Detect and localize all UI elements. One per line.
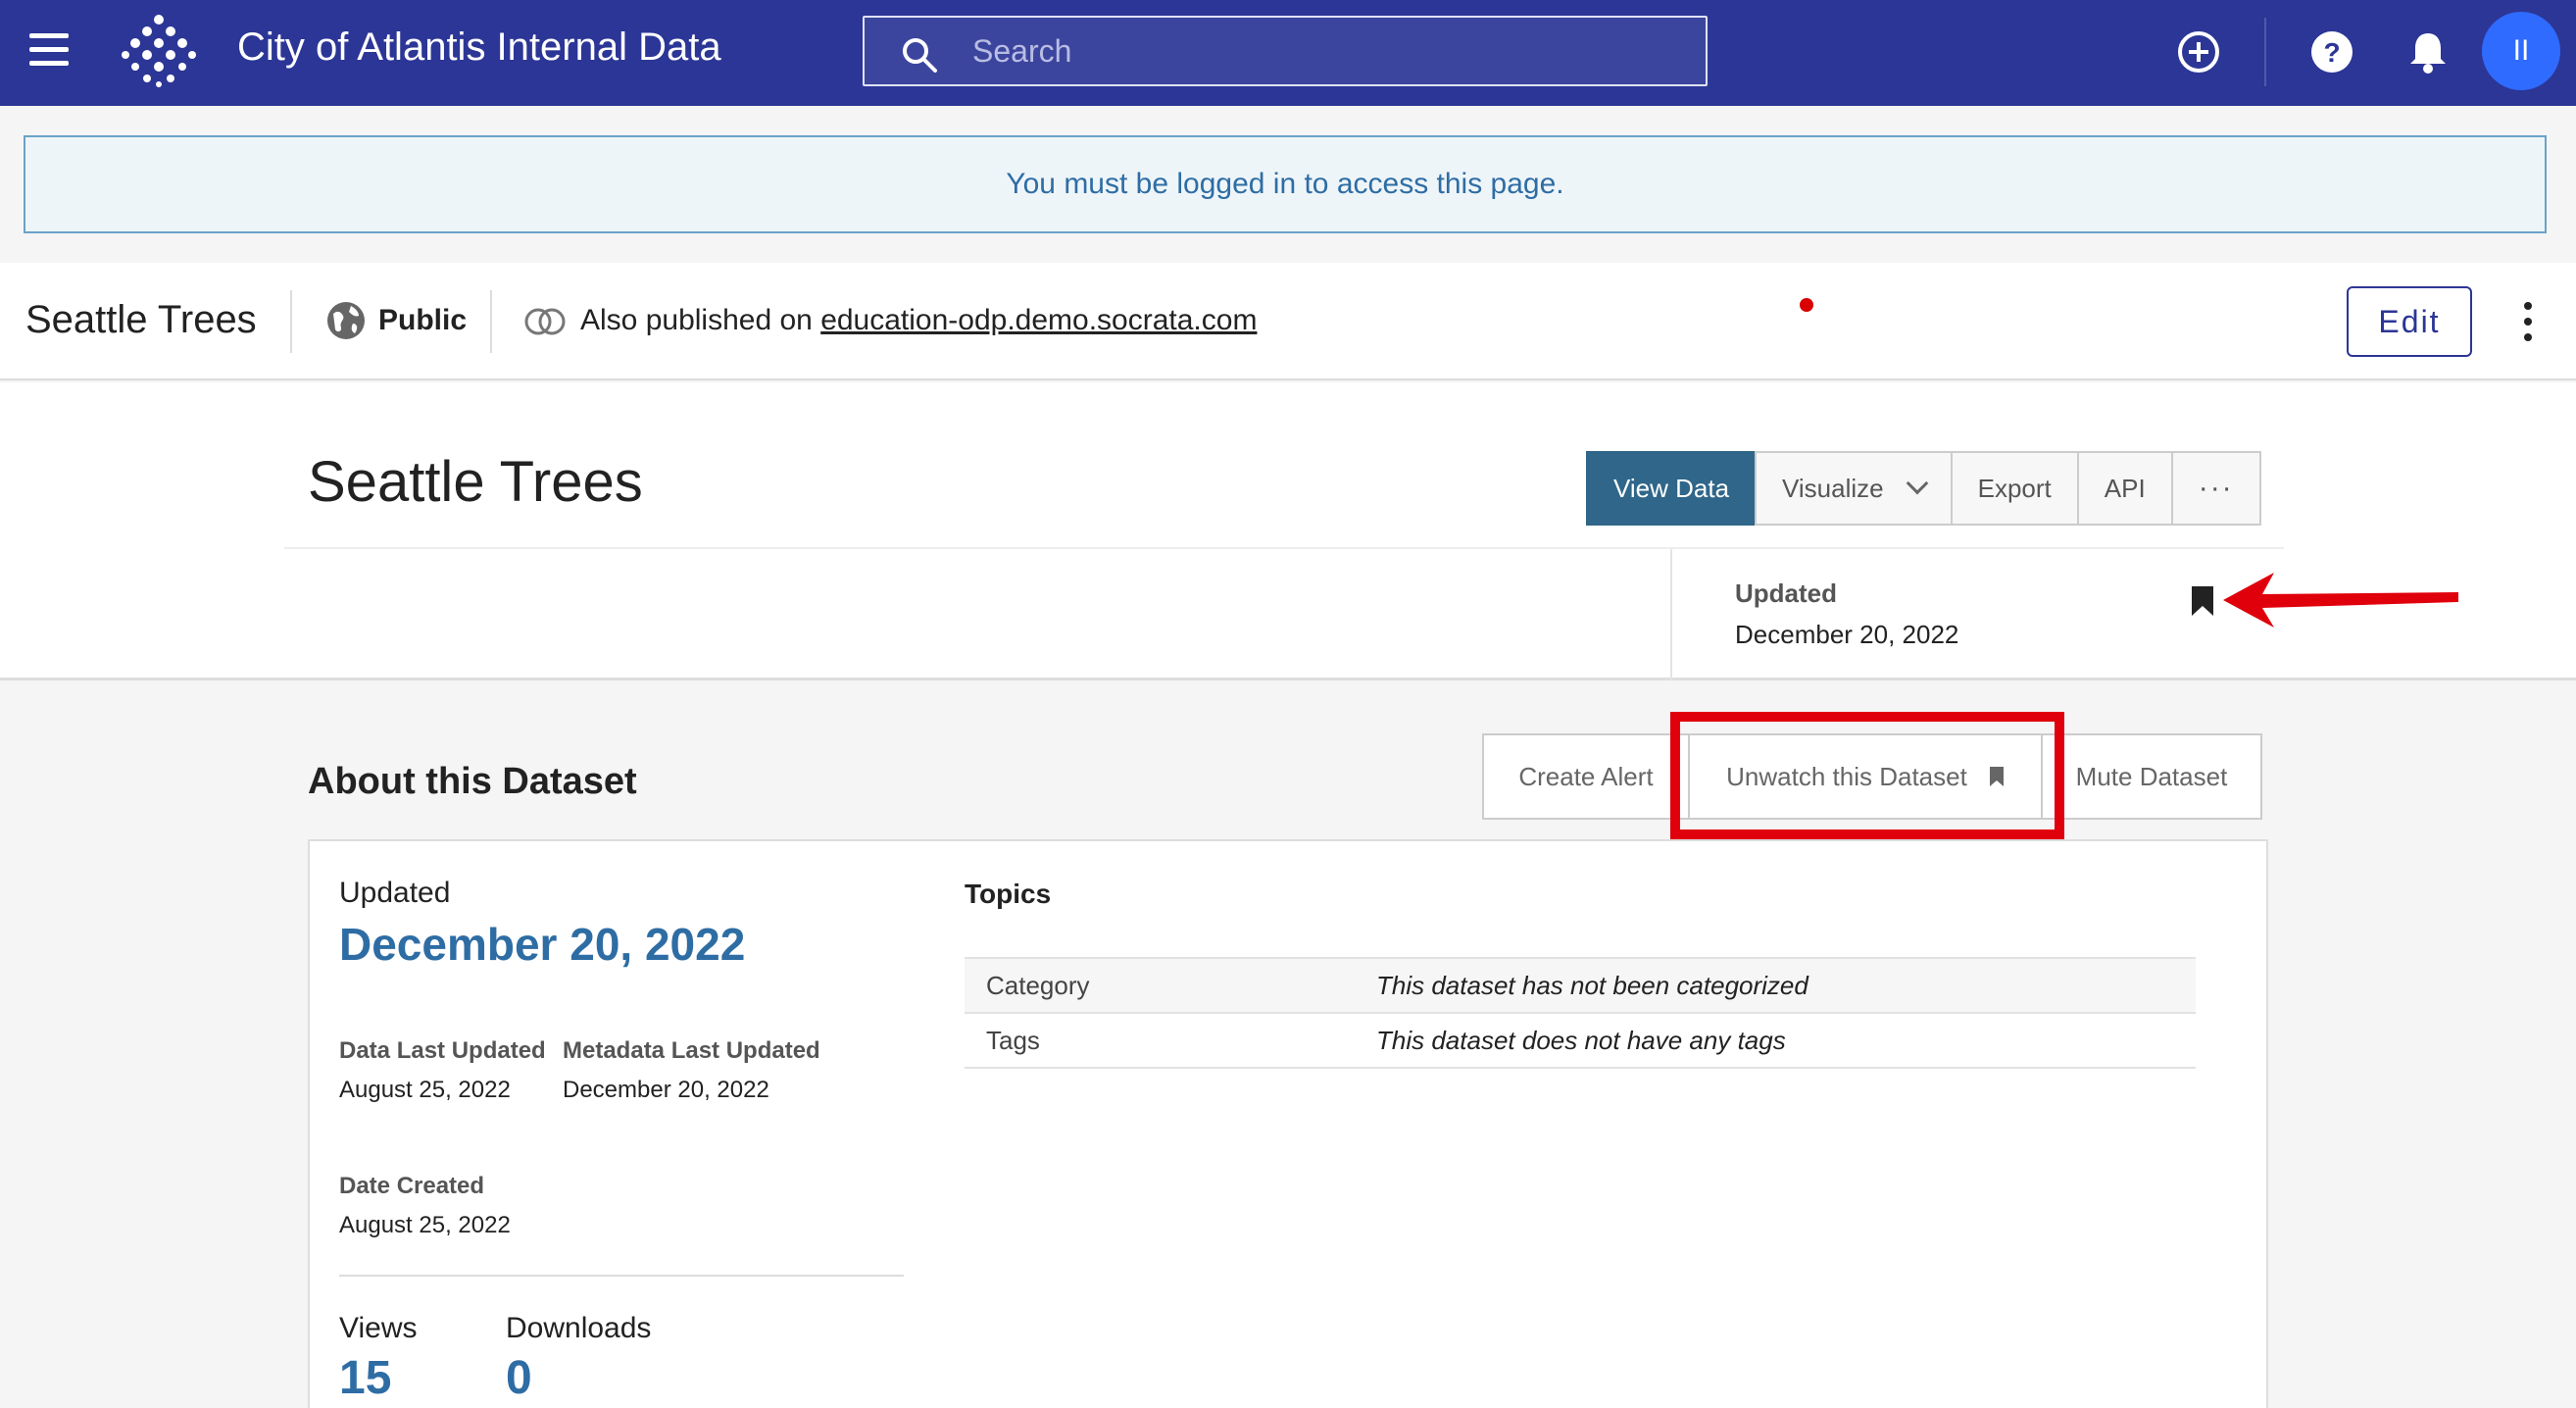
data-last-updated-value: August 25, 2022 <box>339 1077 511 1103</box>
chevron-down-icon <box>1906 472 1928 495</box>
menu-icon[interactable] <box>29 33 69 69</box>
edit-button[interactable]: Edit <box>2347 286 2472 357</box>
topic-value: This dataset does not have any tags <box>1376 1025 1786 1055</box>
topic-label: Tags <box>986 1025 1040 1055</box>
topics-table: Category This dataset has not been categ… <box>965 957 2196 1069</box>
published-on: Also published on education-odp.demo.soc… <box>580 304 1257 337</box>
visualize-label: Visualize <box>1782 473 1884 503</box>
asset-name: Seattle Trees <box>25 298 257 341</box>
svg-text:?: ? <box>2323 37 2340 68</box>
divider <box>339 1275 904 1277</box>
top-header: City of Atlantis Internal Data ? II <box>0 0 2576 106</box>
more-options-icon[interactable] <box>2519 302 2537 345</box>
about-updated-date: December 20, 2022 <box>339 919 746 970</box>
annotation-highlight-box <box>1670 712 2064 839</box>
about-updated-label: Updated <box>339 877 451 909</box>
bell-icon[interactable] <box>2405 29 2451 75</box>
search-input[interactable] <box>972 18 1678 84</box>
dataset-button-group: View Data Visualize Export API ··· <box>1586 451 2261 526</box>
logo-icon[interactable] <box>120 14 198 88</box>
more-actions-button[interactable]: ··· <box>2170 451 2261 526</box>
export-button[interactable]: Export <box>1950 451 2079 526</box>
views-label: Views <box>339 1312 418 1344</box>
header-divider <box>2264 18 2266 86</box>
login-alert: You must be logged in to access this pag… <box>24 135 2547 233</box>
asset-action-bar: Seattle Trees Public Also published on e… <box>0 263 2576 380</box>
visibility-label[interactable]: Public <box>378 304 467 337</box>
search-box[interactable] <box>863 16 1708 86</box>
published-link[interactable]: education-odp.demo.socrata.com <box>820 304 1257 336</box>
globe-icon <box>327 302 365 339</box>
topic-label: Category <box>986 970 1090 1000</box>
published-prefix: Also published on <box>580 304 813 336</box>
api-button[interactable]: API <box>2076 451 2173 526</box>
topic-value: This dataset has not been categorized <box>1376 970 1808 1000</box>
about-title: About this Dataset <box>308 761 637 802</box>
date-created-label: Date Created <box>339 1173 485 1199</box>
dataset-title-section: Seattle Trees View Data Visualize Export… <box>0 382 2576 680</box>
table-row: Category This dataset has not been categ… <box>965 958 2196 1013</box>
federation-icon <box>524 308 566 335</box>
divider <box>490 290 492 353</box>
visualize-button[interactable]: Visualize <box>1755 451 1953 526</box>
create-alert-button[interactable]: Create Alert <box>1482 733 1690 820</box>
mute-dataset-button[interactable]: Mute Dataset <box>2041 733 2262 820</box>
about-card: Updated December 20, 2022 Data Last Upda… <box>308 839 2268 1408</box>
updated-date: December 20, 2022 <box>1735 620 1959 649</box>
help-icon[interactable]: ? <box>2309 29 2354 75</box>
views-count: 15 <box>339 1352 392 1404</box>
data-last-updated-label: Data Last Updated <box>339 1037 546 1064</box>
date-created-value: August 25, 2022 <box>339 1212 511 1238</box>
topics-title: Topics <box>965 879 1052 909</box>
add-circle-icon[interactable] <box>2176 29 2221 75</box>
view-data-button[interactable]: View Data <box>1586 451 1758 526</box>
divider <box>290 290 292 353</box>
red-dot-marker <box>1800 298 1813 312</box>
downloads-count: 0 <box>506 1352 532 1404</box>
dataset-title: Seattle Trees <box>308 450 643 514</box>
metadata-last-updated-value: December 20, 2022 <box>563 1077 769 1103</box>
annotation-arrow-icon <box>2223 573 2458 628</box>
search-icon <box>903 38 937 73</box>
downloads-label: Downloads <box>506 1312 652 1344</box>
bookmark-icon[interactable] <box>2190 584 2215 618</box>
updated-label: Updated <box>1735 578 1837 608</box>
metadata-last-updated-label: Metadata Last Updated <box>563 1037 820 1064</box>
table-row: Tags This dataset does not have any tags <box>965 1013 2196 1068</box>
user-avatar[interactable]: II <box>2482 12 2560 90</box>
app-title[interactable]: City of Atlantis Internal Data <box>237 25 721 70</box>
